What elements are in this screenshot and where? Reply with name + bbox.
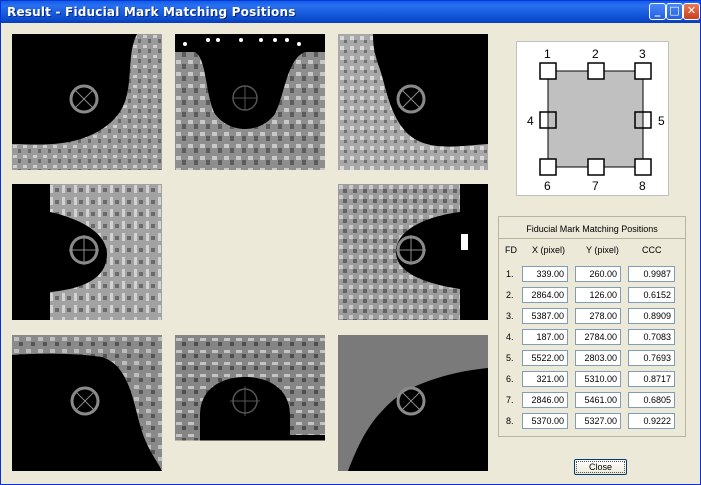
x-pixel-field[interactable]: 2864.00: [522, 287, 568, 303]
fiducial-image-6: [12, 335, 162, 471]
x-pixel-field[interactable]: 5387.00: [522, 308, 568, 324]
ccc-field[interactable]: 0.8717: [628, 371, 675, 387]
x-pixel-field[interactable]: 5522.00: [522, 350, 568, 366]
close-window-button[interactable]: ✕: [683, 3, 700, 20]
results-title: Fiducial Mark Matching Positions: [526, 224, 658, 234]
fiducial-image-4: [12, 184, 162, 320]
marker-label-6: 6: [544, 179, 551, 193]
marker-label-4: 4: [527, 114, 534, 128]
y-pixel-field[interactable]: 5327.00: [575, 413, 621, 429]
fiducial-image-1: [12, 34, 162, 170]
marker-label-7: 7: [592, 179, 599, 193]
header-y: Y (pixel): [586, 245, 619, 255]
y-pixel-field[interactable]: 2803.00: [575, 350, 621, 366]
minimize-icon: _: [654, 4, 661, 17]
x-pixel-field[interactable]: 321.00: [522, 371, 568, 387]
fiducial-layout-graphic: 1 2 3 4 5 6 7 8: [527, 47, 665, 193]
x-pixel-field[interactable]: 339.00: [522, 266, 568, 282]
fiducial-image-2: [175, 34, 325, 170]
fiducial-tile-6: [12, 335, 162, 471]
x-pixel-field[interactable]: 5370.00: [522, 413, 568, 429]
close-icon: ✕: [686, 4, 697, 17]
marker-label-3: 3: [639, 47, 646, 61]
y-pixel-field[interactable]: 5461.00: [575, 392, 621, 408]
x-pixel-field[interactable]: 2846.00: [522, 392, 568, 408]
y-pixel-field[interactable]: 260.00: [575, 266, 621, 282]
fiducial-tile-3: [338, 34, 488, 170]
ccc-field[interactable]: 0.6152: [628, 287, 675, 303]
ccc-field[interactable]: 0.9987: [628, 266, 675, 282]
y-pixel-field[interactable]: 2784.00: [575, 329, 621, 345]
minimize-button[interactable]: _: [649, 3, 666, 20]
window-title: Result - Fiducial Mark Matching Position…: [7, 5, 296, 19]
fiducial-tile-1: [12, 34, 162, 170]
fiducial-tile-8: [338, 335, 488, 471]
fiducial-image-7: [175, 335, 325, 471]
close-button[interactable]: Close: [574, 459, 627, 475]
row-label: 5.: [506, 353, 514, 363]
y-pixel-field[interactable]: 278.00: [575, 308, 621, 324]
results-divider: [498, 238, 686, 239]
fiducial-tile-2: [175, 34, 325, 170]
marker-label-5: 5: [658, 114, 665, 128]
result-window: Result - Fiducial Mark Matching Position…: [0, 0, 701, 485]
row-label: 1.: [506, 269, 514, 279]
fiducial-tile-5: [338, 184, 488, 320]
fiducial-tile-7: [175, 335, 325, 471]
row-label: 4.: [506, 332, 514, 342]
y-pixel-field[interactable]: 5310.00: [575, 371, 621, 387]
ccc-field[interactable]: 0.7693: [628, 350, 675, 366]
maximize-icon: □: [669, 4, 680, 17]
fiducial-image-3: [338, 34, 488, 170]
row-label: 7.: [506, 395, 514, 405]
ccc-field[interactable]: 0.7083: [628, 329, 675, 345]
fiducial-tile-4: [12, 184, 162, 320]
row-label: 8.: [506, 416, 514, 426]
fiducial-image-5: [338, 184, 488, 320]
header-x: X (pixel): [532, 245, 566, 255]
y-pixel-field[interactable]: 126.00: [575, 287, 621, 303]
fiducial-image-8: [338, 335, 488, 471]
header-fd: FD: [505, 245, 517, 255]
ccc-field[interactable]: 0.9222: [628, 413, 675, 429]
header-ccc: CCC: [642, 245, 662, 255]
row-label: 6.: [506, 374, 514, 384]
marker-label-8: 8: [639, 179, 646, 193]
maximize-button[interactable]: □: [666, 3, 683, 20]
fiducial-layout-diagram: 1 2 3 4 5 6 7 8: [516, 41, 669, 196]
ccc-field[interactable]: 0.6805: [628, 392, 675, 408]
row-label: 3.: [506, 311, 514, 321]
marker-label-2: 2: [592, 47, 599, 61]
title-bar[interactable]: Result - Fiducial Mark Matching Position…: [1, 1, 700, 23]
x-pixel-field[interactable]: 187.00: [522, 329, 568, 345]
marker-label-1: 1: [544, 47, 551, 61]
ccc-field[interactable]: 0.8909: [628, 308, 675, 324]
row-label: 2.: [506, 290, 514, 300]
